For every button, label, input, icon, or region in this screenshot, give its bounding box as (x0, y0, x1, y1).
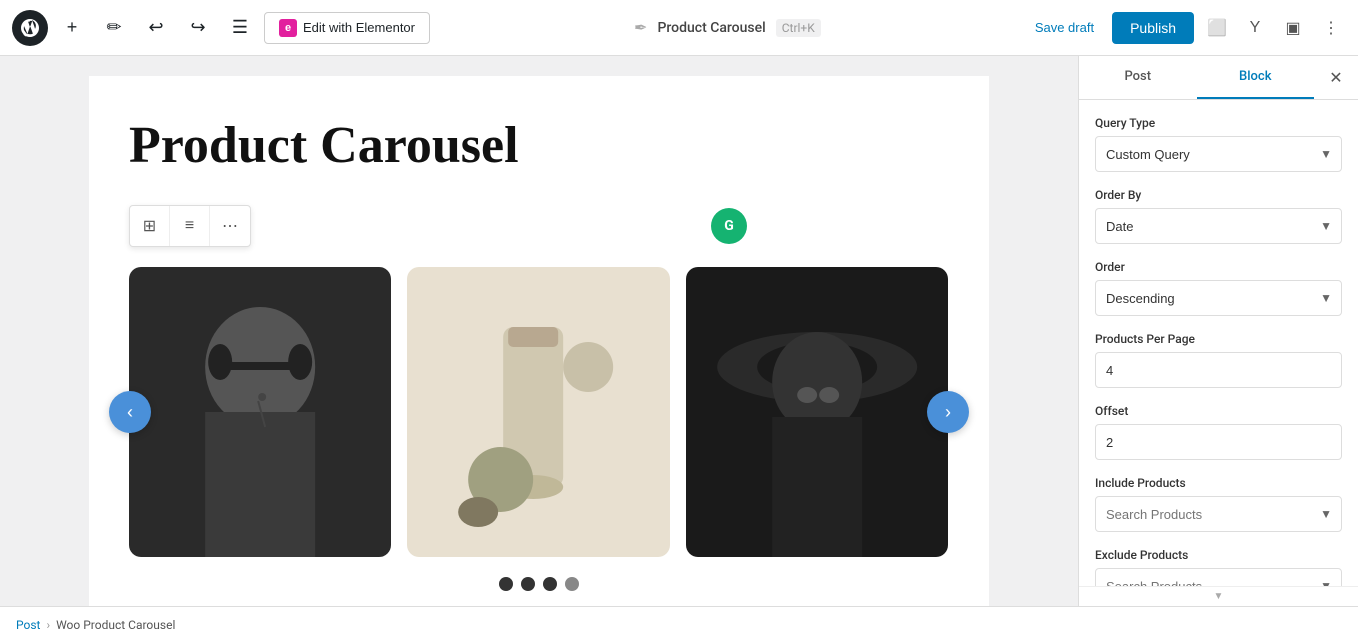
toolbar: + ✏ ↩ ↪ ☰ e Edit with Elementor ✒ Produc… (0, 0, 1358, 56)
panel-close-button[interactable]: ✕ (1318, 60, 1354, 96)
view-button[interactable]: ⬜ (1202, 13, 1232, 43)
right-panel: Post Block ✕ Query Type Custom Query Def… (1078, 56, 1358, 606)
list-view-button[interactable]: ☰ (222, 10, 258, 46)
grammarly-letter: G (724, 218, 734, 234)
tab-block[interactable]: Block (1197, 56, 1315, 99)
elementor-icon: e (279, 19, 297, 37)
include-products-label: Include Products (1095, 476, 1342, 490)
toolbar-left: + ✏ ↩ ↪ ☰ e Edit with Elementor (12, 10, 430, 46)
carousel-track (129, 267, 949, 557)
block-text-align-button[interactable]: ≡ (170, 206, 210, 246)
block-toolbar: ⊞ ≡ ⋯ (129, 205, 251, 247)
breadcrumb-post[interactable]: Post (16, 618, 40, 632)
order-select[interactable]: Descending Ascending (1095, 280, 1342, 316)
block-more-button[interactable]: ⋯ (210, 206, 250, 246)
save-draft-button[interactable]: Save draft (1025, 14, 1104, 41)
breadcrumb-page: Woo Product Carousel (56, 618, 175, 632)
query-type-group: Query Type Custom Query Default Query Cu… (1095, 116, 1342, 172)
order-label: Order (1095, 260, 1342, 274)
carousel-wrapper: ‹ (129, 267, 949, 557)
add-block-button[interactable]: + (54, 10, 90, 46)
page-title: Product Carousel (129, 116, 949, 175)
panel-tabs: Post Block ✕ (1079, 56, 1358, 100)
yoast-icon[interactable]: Y (1240, 13, 1270, 43)
offset-label: Offset (1095, 404, 1342, 418)
include-products-group: Include Products ▼ (1095, 476, 1342, 532)
carousel-item-2 (407, 267, 669, 557)
products-per-page-label: Products Per Page (1095, 332, 1342, 346)
exclude-products-input[interactable] (1095, 568, 1342, 586)
canvas-inner: Product Carousel ⊞ ≡ ⋯ G ‹ (89, 76, 989, 606)
grammarly-icon[interactable]: G (711, 208, 747, 244)
order-by-select-wrapper: Date Title ID Random ▼ (1095, 208, 1342, 244)
order-by-group: Order By Date Title ID Random ▼ (1095, 188, 1342, 244)
publish-button[interactable]: Publish (1112, 12, 1194, 44)
exclude-products-label: Exclude Products (1095, 548, 1342, 562)
carousel-item-3 (686, 267, 948, 557)
order-select-wrapper: Descending Ascending ▼ (1095, 280, 1342, 316)
panel-body: Query Type Custom Query Default Query Cu… (1079, 100, 1358, 586)
include-products-arrow-icon: ▼ (1320, 507, 1332, 521)
carousel-dots (129, 577, 949, 591)
tab-post[interactable]: Post (1079, 56, 1197, 99)
toolbar-right: Save draft Publish ⬜ Y ▣ ⋮ (1025, 12, 1346, 44)
carousel-dot-4[interactable] (565, 577, 579, 591)
wp-logo[interactable] (12, 10, 48, 46)
include-products-input[interactable] (1095, 496, 1342, 532)
order-by-select[interactable]: Date Title ID Random (1095, 208, 1342, 244)
toolbar-center: ✒ Product Carousel Ctrl+K (438, 18, 1017, 37)
query-type-select-wrapper: Custom Query Default Query Current Query… (1095, 136, 1342, 172)
exclude-products-wrapper: ▼ (1095, 568, 1342, 586)
block-toolbar-wrap: ⊞ ≡ ⋯ G (129, 205, 949, 247)
panel-scroll-down[interactable]: ▼ (1079, 586, 1358, 606)
tools-button[interactable]: ✏ (96, 10, 132, 46)
editor-canvas: Product Carousel ⊞ ≡ ⋯ G ‹ (0, 56, 1078, 606)
carousel-dot-2[interactable] (521, 577, 535, 591)
main-area: Product Carousel ⊞ ≡ ⋯ G ‹ (0, 56, 1358, 606)
include-products-wrapper: ▼ (1095, 496, 1342, 532)
post-title-area: ✒ Product Carousel Ctrl+K (634, 18, 821, 37)
query-type-label: Query Type (1095, 116, 1342, 130)
products-per-page-group: Products Per Page (1095, 332, 1342, 388)
keyboard-shortcut: Ctrl+K (776, 19, 821, 37)
undo-button[interactable]: ↩ (138, 10, 174, 46)
offset-group: Offset (1095, 404, 1342, 460)
breadcrumb-separator: › (46, 618, 50, 632)
more-options-button[interactable]: ⋮ (1316, 13, 1346, 43)
carousel-next-button[interactable]: › (927, 391, 969, 433)
products-per-page-input[interactable] (1095, 352, 1342, 388)
order-group: Order Descending Ascending ▼ (1095, 260, 1342, 316)
layout-button[interactable]: ▣ (1278, 13, 1308, 43)
breadcrumb: Post › Woo Product Carousel (0, 606, 1358, 642)
post-title: Product Carousel (657, 20, 765, 36)
redo-button[interactable]: ↪ (180, 10, 216, 46)
query-type-select[interactable]: Custom Query Default Query Current Query (1095, 136, 1342, 172)
order-by-label: Order By (1095, 188, 1342, 202)
block-align-button[interactable]: ⊞ (130, 206, 170, 246)
carousel-dot-1[interactable] (499, 577, 513, 591)
carousel-item-1 (129, 267, 391, 557)
edit-elementor-label: Edit with Elementor (303, 20, 415, 35)
carousel-prev-button[interactable]: ‹ (109, 391, 151, 433)
carousel-dot-3[interactable] (543, 577, 557, 591)
exclude-products-group: Exclude Products ▼ (1095, 548, 1342, 586)
exclude-products-arrow-icon: ▼ (1320, 579, 1332, 586)
offset-input[interactable] (1095, 424, 1342, 460)
pen-icon: ✒ (634, 18, 647, 37)
edit-elementor-button[interactable]: e Edit with Elementor (264, 12, 430, 44)
